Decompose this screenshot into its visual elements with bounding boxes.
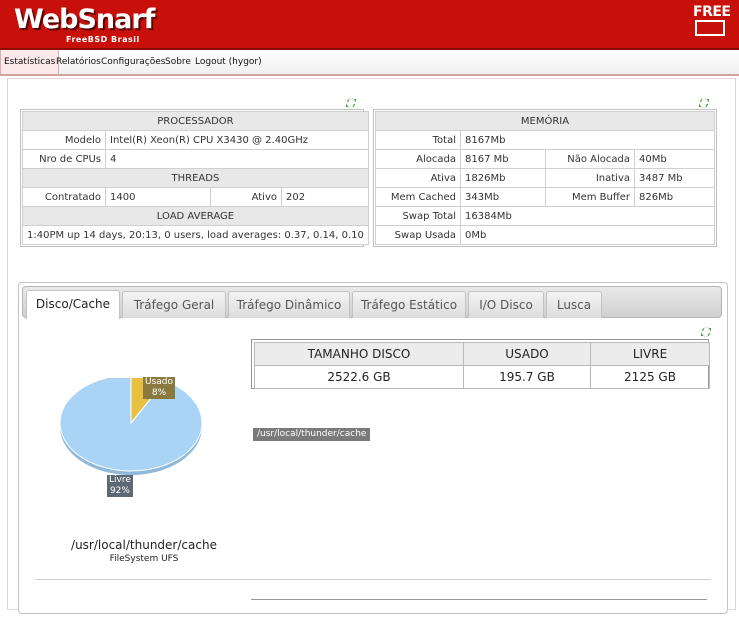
pie-free-percent: 92% [109, 486, 130, 496]
pie-used-percent: 8% [151, 388, 167, 398]
main-nav: Estatísticas Relatórios Configurações So… [0, 50, 739, 76]
nav-sobre[interactable]: Sobre [165, 50, 191, 74]
ativa-value: 1826Mb [460, 168, 546, 188]
nao-alocada-value: 40Mb [634, 149, 715, 169]
stats-tab-panel: Disco/Cache Tráfego Geral Tráfego Dinâmi… [18, 282, 728, 614]
nav-relatorios[interactable]: Relatórios [56, 50, 101, 74]
refresh-icon[interactable] [700, 326, 712, 338]
pie-label-used: Usado 8% [143, 377, 176, 399]
nao-alocada-label: Não Alocada [545, 149, 635, 169]
contratado-value: 1400 [105, 187, 211, 207]
pie-slice-livre [59, 378, 203, 472]
nav-estatisticas[interactable]: Estatísticas [0, 50, 60, 74]
cpus-label: Nro de CPUs [22, 149, 106, 169]
tab-trafego-geral[interactable]: Tráfego Geral [122, 291, 226, 318]
mem-cached-value: 343Mb [460, 187, 546, 207]
load-average-value: 1:40PM up 14 days, 20:13, 0 users, load … [22, 225, 369, 245]
refresh-icon[interactable] [345, 97, 357, 109]
alocada-value: 8167 Mb [460, 149, 546, 169]
mem-buffer-value: 826Mb [634, 187, 715, 207]
swap-total-label: Swap Total [375, 206, 461, 226]
processador-title: PROCESSADOR [22, 111, 369, 131]
memoria-title: MEMÓRIA [375, 111, 715, 131]
tab-trafego-estatico[interactable]: Tráfego Estático [352, 291, 466, 318]
swap-usada-value: 0Mb [460, 225, 715, 245]
tab-bar: Disco/Cache Tráfego Geral Tráfego Dinâmi… [22, 286, 722, 319]
badge-box-icon [695, 20, 725, 36]
inativa-value: 3487 Mb [634, 168, 715, 188]
logo-subtitle: FreeBSD Brasil [66, 35, 140, 44]
contratado-label: Contratado [22, 187, 106, 207]
nav-configuracoes[interactable]: Configurações [101, 50, 165, 74]
pie-label-free: Livre 92% [107, 475, 133, 497]
memoria-table: MEMÓRIA Total 8167Mb Alocada 8167 Mb Não… [375, 111, 715, 245]
next-section-frame [251, 599, 707, 620]
swap-total-value: 16384Mb [460, 206, 715, 226]
disk-header-used: USADO [463, 342, 591, 366]
tab-lusca[interactable]: Lusca [546, 291, 602, 318]
total-label: Total [375, 130, 461, 150]
threads-title: THREADS [22, 168, 369, 188]
modelo-label: Modelo [22, 130, 106, 150]
inativa-label: Inativa [545, 168, 635, 188]
section-divider [35, 579, 711, 580]
app-header: WebSnarf FreeBSD Brasil FREE [0, 0, 739, 50]
disk-header-size: TAMANHO DISCO [254, 342, 464, 366]
memoria-panel: MEMÓRIA Total 8167Mb Alocada 8167 Mb Não… [373, 109, 717, 247]
cache-path-label: /usr/local/thunder/cache [253, 428, 371, 441]
nav-logout[interactable]: Logout (hygor) [195, 50, 262, 74]
ativa-label: Ativa [375, 168, 461, 188]
disk-value-size: 2522.6 GB [254, 365, 464, 389]
processador-table: PROCESSADOR Modelo Intel(R) Xeon(R) CPU … [22, 111, 369, 245]
disk-table: TAMANHO DISCO USADO LIVRE 2522.6 GB 195.… [254, 342, 710, 389]
tab-io-disco[interactable]: I/O Disco [468, 291, 544, 318]
total-value: 8167Mb [460, 130, 715, 150]
free-badge-text: FREE [693, 4, 731, 20]
modelo-value: Intel(R) Xeon(R) CPU X3430 @ 2.40GHz [105, 130, 369, 150]
tab-trafego-dinamico[interactable]: Tráfego Dinâmico [228, 291, 350, 318]
alocada-label: Alocada [375, 149, 461, 169]
disk-value-used: 195.7 GB [463, 365, 591, 389]
refresh-icon[interactable] [698, 97, 710, 109]
disk-header-free: LIVRE [590, 342, 710, 366]
cpus-value: 4 [105, 149, 369, 169]
load-average-title: LOAD AVERAGE [22, 206, 369, 226]
websnarf-logo[interactable]: WebSnarf [14, 6, 155, 34]
mem-buffer-label: Mem Buffer [545, 187, 635, 207]
pie-subtitle: FileSystem UFS [109, 554, 179, 564]
disk-value-free: 2125 GB [590, 365, 710, 389]
content-area: PROCESSADOR Modelo Intel(R) Xeon(R) CPU … [7, 78, 736, 614]
mem-cached-label: Mem Cached [375, 187, 461, 207]
pie-title: /usr/local/thunder/cache [71, 538, 217, 552]
freebsd-badge: FREE [693, 4, 731, 38]
tab-disco-cache[interactable]: Disco/Cache [26, 290, 120, 319]
ativo-label: Ativo [210, 187, 282, 207]
pie-used-name: Usado [145, 377, 174, 387]
disk-usage-pie-chart [59, 378, 203, 475]
ativo-value: 202 [281, 187, 369, 207]
processador-panel: PROCESSADOR Modelo Intel(R) Xeon(R) CPU … [20, 109, 369, 247]
pie-free-name: Livre [109, 475, 131, 485]
swap-usada-label: Swap Usada [375, 225, 461, 245]
